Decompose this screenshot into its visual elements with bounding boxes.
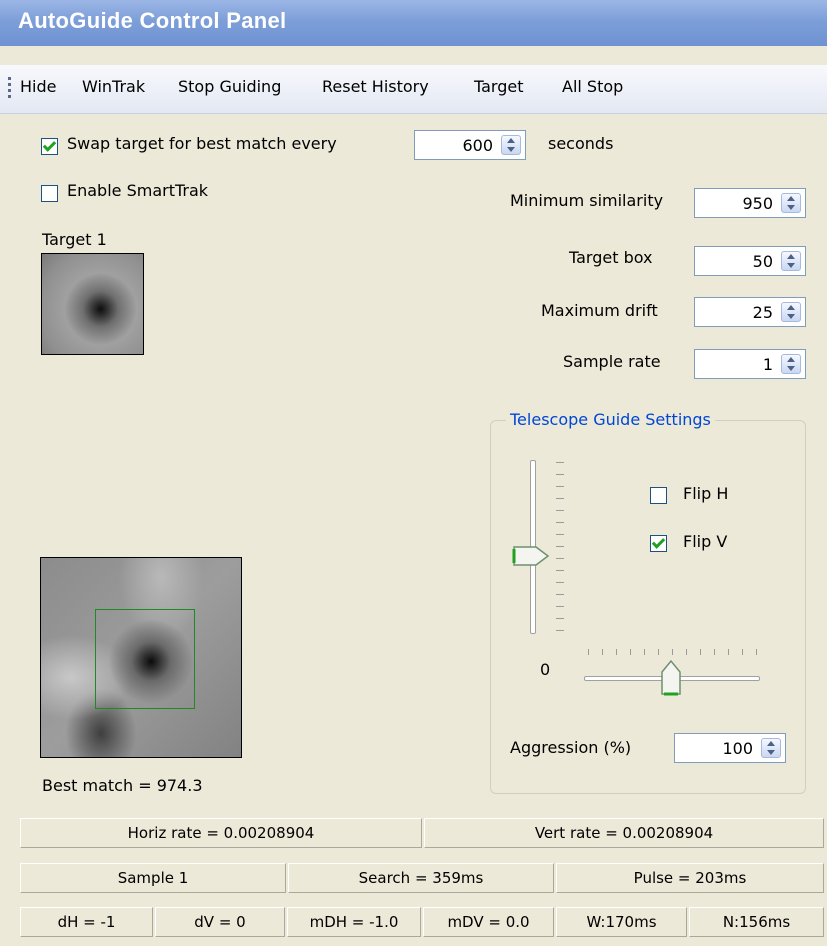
swap-interval-unit: seconds [548, 134, 614, 153]
w-time-cell: W:170ms [556, 907, 687, 937]
enable-smarttrak-label: Enable SmartTrak [67, 181, 209, 200]
target-box-label: Target box [569, 248, 653, 267]
dh-cell: dH = -1 [20, 907, 153, 937]
menu-bar: Hide WinTrak Stop Guiding Reset History … [0, 65, 827, 114]
window-title: AutoGuide Control Panel [18, 8, 287, 33]
max-drift-spinner[interactable]: 25 [694, 297, 806, 327]
min-similarity-value: 950 [742, 194, 773, 213]
flip-v-checkbox[interactable] [650, 535, 667, 552]
menu-target[interactable]: Target [474, 77, 524, 96]
menu-all-stop[interactable]: All Stop [562, 77, 623, 96]
max-drift-label: Maximum drift [541, 301, 658, 320]
status-row-timing: Sample 1 Search = 359ms Pulse = 203ms [16, 863, 824, 893]
horizontal-slider-zero-label: 0 [540, 660, 551, 679]
status-row-deltas: dH = -1 dV = 0 mDH = -1.0 mDV = 0.0 W:17… [16, 907, 824, 937]
target-thumbnail [41, 253, 144, 355]
toolbar-gripper-icon[interactable] [8, 77, 11, 101]
sample-rate-value: 1 [762, 355, 773, 374]
dv-cell: dV = 0 [155, 907, 285, 937]
min-similarity-spinner[interactable]: 950 [694, 188, 806, 218]
aggression-spinner[interactable]: 100 [674, 733, 786, 763]
telescope-guide-title: Telescope Guide Settings [506, 410, 715, 429]
spinner-arrows-icon[interactable] [501, 135, 521, 155]
menu-wintrak[interactable]: WinTrak [82, 77, 145, 96]
aggression-label: Aggression (%) [510, 738, 632, 757]
sample-rate-label: Sample rate [563, 352, 661, 371]
max-drift-value: 25 [752, 303, 773, 322]
min-similarity-label: Minimum similarity [510, 191, 664, 210]
search-time-cell: Search = 359ms [288, 863, 554, 893]
aggression-value: 100 [722, 739, 753, 758]
horizontal-slider-ticks [588, 649, 758, 655]
spinner-arrows-icon[interactable] [781, 193, 801, 213]
status-row-rates: Horiz rate = 0.00208904 Vert rate = 0.00… [16, 818, 824, 848]
swap-target-checkbox[interactable] [41, 138, 58, 155]
pulse-time-cell: Pulse = 203ms [556, 863, 824, 893]
target-box-spinner[interactable]: 50 [694, 246, 806, 276]
best-match-label: Best match = 974.3 [42, 776, 203, 795]
swap-target-label: Swap target for best match every [67, 134, 337, 153]
horiz-rate-cell: Horiz rate = 0.00208904 [20, 818, 422, 848]
menu-stop-guiding[interactable]: Stop Guiding [178, 77, 281, 96]
target-label: Target 1 [42, 230, 107, 249]
best-match-image [40, 557, 242, 758]
vertical-slider-ticks [556, 462, 564, 632]
target-box-value: 50 [752, 252, 773, 271]
spinner-arrows-icon[interactable] [781, 251, 801, 271]
match-box-overlay [95, 609, 195, 709]
vert-rate-cell: Vert rate = 0.00208904 [424, 818, 824, 848]
mdh-cell: mDH = -1.0 [287, 907, 421, 937]
spinner-arrows-icon[interactable] [761, 738, 781, 758]
spinner-arrows-icon[interactable] [781, 354, 801, 374]
swap-interval-value: 600 [462, 136, 493, 155]
enable-smarttrak-checkbox[interactable] [41, 185, 58, 202]
menu-reset-history[interactable]: Reset History [322, 77, 429, 96]
sample-rate-spinner[interactable]: 1 [694, 349, 806, 379]
horizontal-slider-thumb[interactable] [660, 658, 682, 698]
flip-v-label: Flip V [683, 532, 728, 551]
vertical-slider-thumb[interactable] [512, 545, 552, 567]
menu-hide[interactable]: Hide [20, 77, 56, 96]
title-bar: AutoGuide Control Panel [0, 0, 827, 46]
mdv-cell: mDV = 0.0 [423, 907, 554, 937]
flip-h-checkbox[interactable] [650, 487, 667, 504]
swap-interval-spinner[interactable]: 600 [414, 130, 526, 160]
sample-cell: Sample 1 [20, 863, 286, 893]
flip-h-label: Flip H [683, 484, 729, 503]
spinner-arrows-icon[interactable] [781, 302, 801, 322]
n-time-cell: N:156ms [689, 907, 824, 937]
